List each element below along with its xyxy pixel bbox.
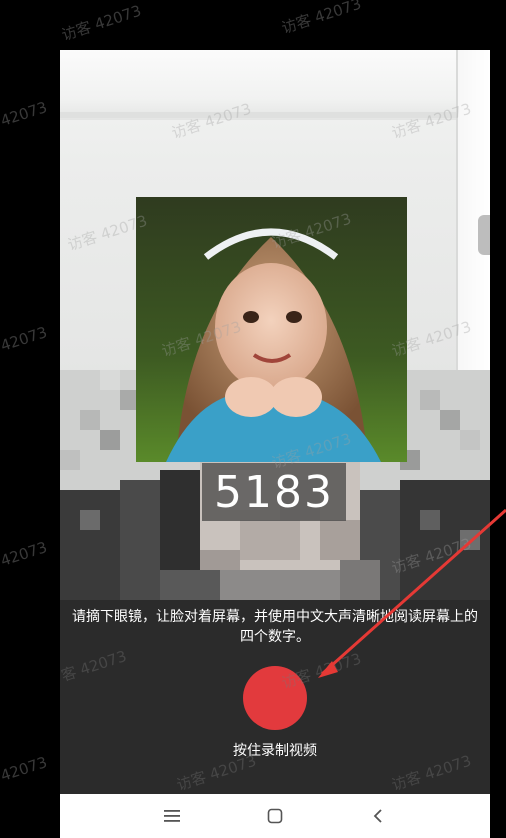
watermark: 42073 — [0, 98, 50, 130]
menu-icon[interactable] — [152, 796, 192, 836]
verification-code-box: 5183 — [202, 463, 346, 521]
verification-digits: 5183 — [214, 466, 334, 518]
system-navbar — [60, 794, 490, 838]
record-video-label: 按住录制视频 — [233, 743, 317, 759]
ceiling — [60, 50, 490, 120]
watermark: 42073 — [0, 753, 50, 785]
watermark: 访客 42073 — [59, 1, 144, 45]
side-handle[interactable] — [478, 215, 490, 255]
watermark: 访客 42073 — [279, 0, 364, 38]
phone-screen: 5183 请摘下眼镜，让脸对着屏幕，并使用中文大声清晰地阅读屏幕上的四个数字。 … — [60, 50, 490, 838]
square-home-icon[interactable] — [255, 796, 295, 836]
watermark: 42073 — [0, 538, 50, 570]
reference-photo — [136, 197, 407, 462]
watermark: 42073 — [0, 323, 50, 355]
back-chevron-icon[interactable] — [358, 796, 398, 836]
ceiling-edge — [60, 112, 490, 118]
instruction-text: 请摘下眼镜，让脸对着屏幕，并使用中文大声清晰地阅读屏幕上的四个数字。 — [72, 609, 478, 645]
record-video-button[interactable] — [243, 666, 307, 730]
